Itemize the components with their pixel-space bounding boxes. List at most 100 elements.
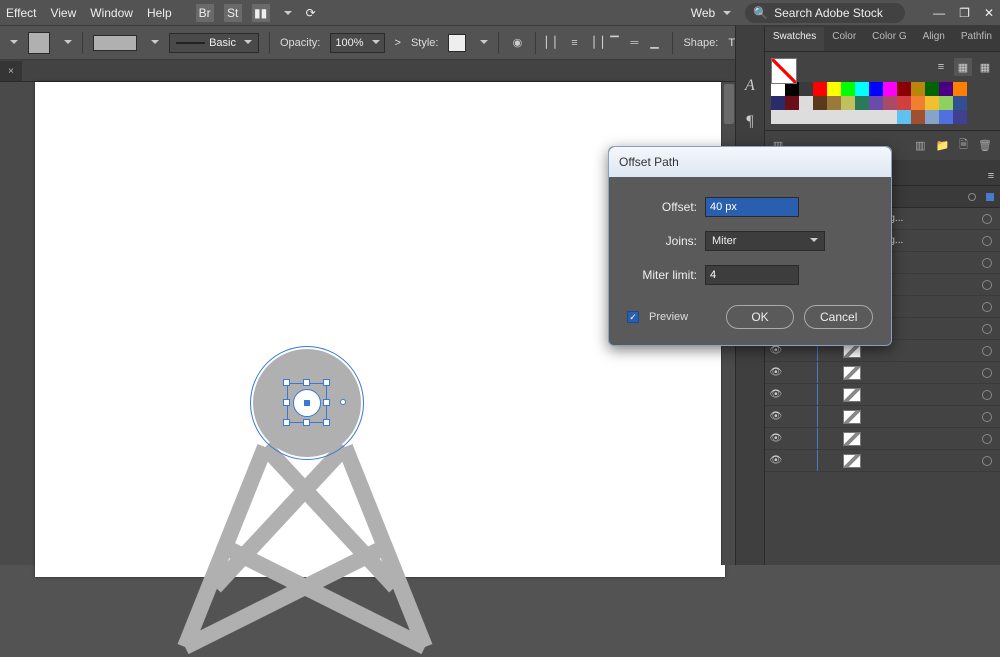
preview-label[interactable]: Preview xyxy=(649,311,716,323)
cancel-button[interactable]: Cancel xyxy=(804,305,873,329)
swatch-cell[interactable] xyxy=(925,82,939,96)
swatch-cell[interactable] xyxy=(883,96,897,110)
swatch-cell[interactable] xyxy=(869,110,883,124)
swatch-cell[interactable] xyxy=(897,82,911,96)
recolor-icon[interactable]: ◉ xyxy=(509,35,525,51)
swatch-cell[interactable] xyxy=(841,96,855,110)
layer-target-icon[interactable] xyxy=(982,346,992,356)
swatch-cell[interactable] xyxy=(771,82,785,96)
paragraph-panel-icon[interactable]: ¶ xyxy=(740,112,760,132)
document-tab[interactable]: × xyxy=(0,61,22,81)
menu-effect[interactable]: Effect xyxy=(6,6,36,20)
handle-br[interactable] xyxy=(323,419,330,426)
menu-help[interactable]: Help xyxy=(147,6,172,20)
handle-bc[interactable] xyxy=(303,419,310,426)
swatch-cell[interactable] xyxy=(855,110,869,124)
layer-row[interactable]: 👁 xyxy=(765,428,1000,450)
layer-target-icon[interactable] xyxy=(982,456,992,466)
window-restore-icon[interactable]: ❐ xyxy=(959,6,970,20)
swatch-cell[interactable] xyxy=(827,96,841,110)
align-hcenter-icon[interactable]: ≡ xyxy=(566,35,582,51)
search-input[interactable]: 🔍 Search Adobe Stock xyxy=(745,3,905,23)
visibility-icon[interactable]: 👁 xyxy=(769,433,783,444)
swatch-cell[interactable] xyxy=(939,110,953,124)
layer-target-icon[interactable] xyxy=(982,434,992,444)
layer-row[interactable]: 👁 xyxy=(765,384,1000,406)
offset-input[interactable] xyxy=(705,197,799,217)
align-vcenter-icon[interactable]: ═ xyxy=(626,35,642,51)
visibility-icon[interactable]: 👁 xyxy=(769,455,783,466)
layer-target-icon[interactable] xyxy=(982,324,992,334)
swatch-cell[interactable] xyxy=(855,82,869,96)
tab-close-icon[interactable]: × xyxy=(8,66,14,77)
layer-target-icon[interactable] xyxy=(982,412,992,422)
swatch-cell[interactable] xyxy=(785,82,799,96)
swatch-cell[interactable] xyxy=(855,96,869,110)
window-close-icon[interactable]: ✕ xyxy=(984,6,994,20)
panel-menu-icon[interactable]: ≡ xyxy=(982,167,1000,185)
current-swatch[interactable] xyxy=(771,58,797,84)
handle-mr[interactable] xyxy=(323,399,330,406)
tab-color[interactable]: Color xyxy=(824,27,864,51)
align-top-icon[interactable]: ▔ xyxy=(606,35,622,51)
tab-align[interactable]: Align xyxy=(915,27,953,51)
swatch-cell[interactable] xyxy=(799,110,813,124)
swatch-cell[interactable] xyxy=(799,82,813,96)
handle-bl[interactable] xyxy=(283,419,290,426)
swatch-cell[interactable] xyxy=(771,96,785,110)
swatch-cell[interactable] xyxy=(897,110,911,124)
swatch-cell[interactable] xyxy=(925,96,939,110)
arrange-caret-icon[interactable] xyxy=(280,6,292,20)
arrange-documents-icon[interactable]: ▮▮ xyxy=(252,4,270,22)
swatch-cell[interactable] xyxy=(869,82,883,96)
stock-icon[interactable]: St xyxy=(224,4,242,22)
swatch-cell[interactable] xyxy=(827,110,841,124)
align-bottom-icon[interactable]: ▁ xyxy=(646,35,662,51)
style-caret-icon[interactable] xyxy=(476,37,488,49)
swatch-cell[interactable] xyxy=(799,96,813,110)
swatch-cell[interactable] xyxy=(841,82,855,96)
tab-swatches[interactable]: Swatches xyxy=(765,27,824,51)
window-minimize-icon[interactable]: — xyxy=(933,6,945,20)
layer-target-icon[interactable] xyxy=(982,280,992,290)
swatch-cell[interactable] xyxy=(841,110,855,124)
layer-target-icon[interactable] xyxy=(982,258,992,268)
bridge-icon[interactable]: Br xyxy=(196,4,214,22)
style-swatch[interactable] xyxy=(448,34,466,52)
center-point[interactable] xyxy=(304,400,310,406)
visibility-icon[interactable]: 👁 xyxy=(769,367,783,378)
opacity-combo[interactable]: 100% xyxy=(330,33,384,53)
layer-target-icon[interactable] xyxy=(982,368,992,378)
swatch-kind-icon[interactable]: ▥ xyxy=(915,139,925,152)
dialog-title[interactable]: Offset Path xyxy=(609,147,891,177)
menu-window[interactable]: Window xyxy=(90,6,133,20)
align-right-icon[interactable]: ▕▕ xyxy=(586,35,602,51)
fill-swatch[interactable] xyxy=(28,32,50,54)
swatch-cell[interactable] xyxy=(813,110,827,124)
layer-target-icon[interactable] xyxy=(982,236,992,246)
thumb-view-icon[interactable]: ▦ xyxy=(954,58,972,76)
visibility-icon[interactable]: 👁 xyxy=(769,389,783,400)
swatch-cell[interactable] xyxy=(785,110,799,124)
stroke-profile-combo[interactable]: Basic xyxy=(169,33,259,53)
swatch-cell[interactable] xyxy=(771,110,785,124)
handle-tc[interactable] xyxy=(303,379,310,386)
selection-caret-icon[interactable] xyxy=(6,37,18,49)
layer-target-icon[interactable] xyxy=(982,302,992,312)
swatch-cell[interactable] xyxy=(785,96,799,110)
layer-target-icon[interactable] xyxy=(982,390,992,400)
new-group-icon[interactable]: 📁 xyxy=(935,139,949,152)
swatch-cell[interactable] xyxy=(939,96,953,110)
tab-colorguide[interactable]: Color G xyxy=(864,27,914,51)
layer-row[interactable]: 👁 xyxy=(765,406,1000,428)
list-view-icon[interactable]: ≡ xyxy=(932,58,950,76)
handle-tl[interactable] xyxy=(283,379,290,386)
large-thumb-icon[interactable]: ▦ xyxy=(976,58,994,76)
stroke-swatch[interactable] xyxy=(93,35,137,51)
menu-view[interactable]: View xyxy=(50,6,76,20)
swatch-cell[interactable] xyxy=(911,96,925,110)
visibility-icon[interactable]: 👁 xyxy=(769,345,783,356)
swatch-cell[interactable] xyxy=(911,110,925,124)
swatch-cell[interactable] xyxy=(813,96,827,110)
visibility-icon[interactable]: 👁 xyxy=(769,411,783,422)
